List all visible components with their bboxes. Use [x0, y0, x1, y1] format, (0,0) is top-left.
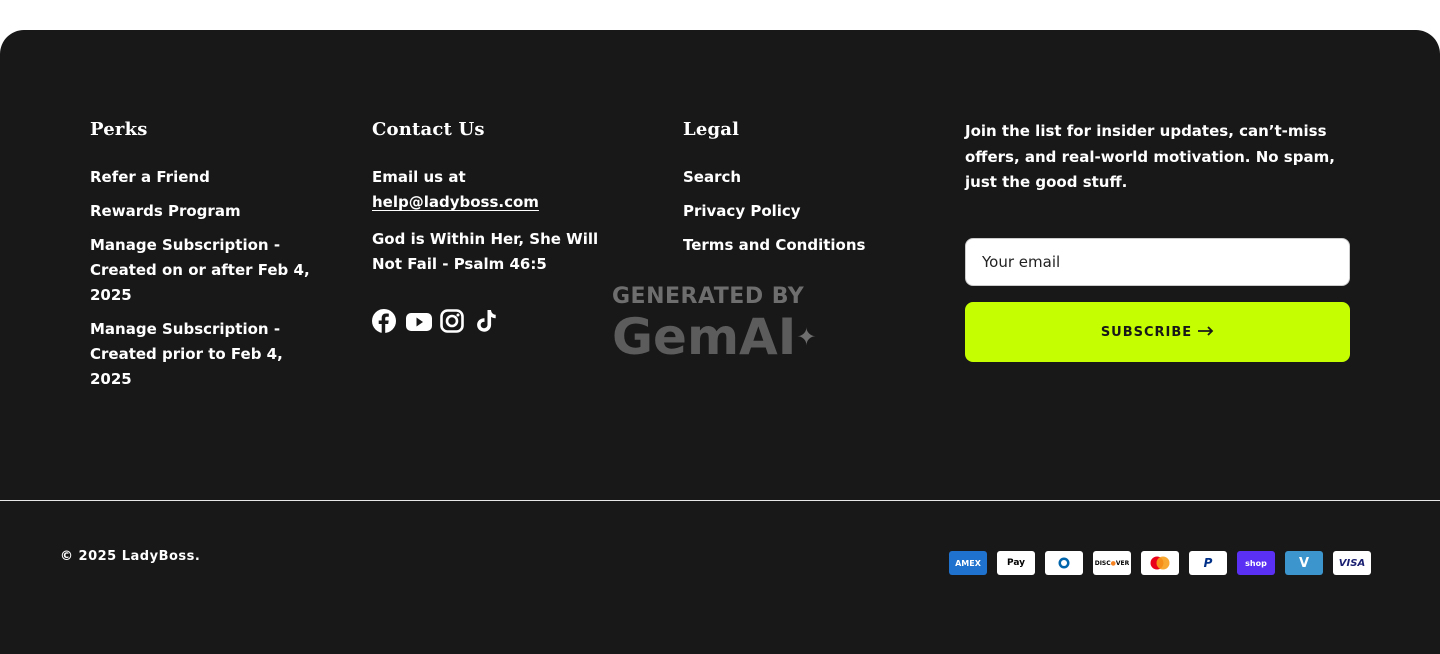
- watermark-top-text: GENERATED BY: [612, 284, 805, 309]
- email-prefix: Email us at: [372, 168, 466, 186]
- tiktok-icon[interactable]: [474, 309, 498, 333]
- shop-pay-icon: shop: [1237, 551, 1275, 575]
- contact-column: Contact Us Email us at help@ladyboss.com…: [372, 118, 602, 333]
- gemai-watermark: GENERATED BY GemAI✦: [612, 286, 827, 368]
- perks-links: Refer a Friend Rewards Program Manage Su…: [90, 165, 320, 392]
- footer-divider: [0, 500, 1440, 501]
- email-input[interactable]: [965, 238, 1350, 286]
- apple-pay-icon: Pay: [997, 551, 1035, 575]
- tagline: God is Within Her, She Will Not Fail - P…: [372, 230, 599, 273]
- sparkle-icon: ✦: [796, 323, 817, 351]
- rewards-program-link[interactable]: Rewards Program: [90, 199, 320, 224]
- watermark-bottom-text: GemAI✦: [612, 308, 817, 366]
- youtube-icon[interactable]: [406, 309, 432, 333]
- newsletter-column: Join the list for insider updates, can’t…: [965, 119, 1350, 362]
- manage-subscription-after-link[interactable]: Manage Subscription - Created on or afte…: [90, 233, 320, 308]
- subscribe-button[interactable]: SUBSCRIBE: [965, 302, 1350, 362]
- perks-column: Perks Refer a Friend Rewards Program Man…: [90, 118, 320, 401]
- privacy-policy-link[interactable]: Privacy Policy: [683, 199, 923, 224]
- legal-links: Search Privacy Policy Terms and Conditio…: [683, 165, 923, 258]
- email-link[interactable]: help@ladyboss.com: [372, 193, 539, 211]
- venmo-icon: V: [1285, 551, 1323, 575]
- visa-icon: VISA: [1333, 551, 1371, 575]
- manage-subscription-prior-link[interactable]: Manage Subscription - Created prior to F…: [90, 317, 320, 392]
- refer-a-friend-link[interactable]: Refer a Friend: [90, 165, 320, 190]
- perks-heading: Perks: [90, 119, 148, 140]
- copyright: © 2025 LadyBoss.: [60, 549, 201, 564]
- social-links: [372, 309, 602, 333]
- legal-heading: Legal: [683, 119, 740, 140]
- terms-and-conditions-link[interactable]: Terms and Conditions: [683, 233, 923, 258]
- instagram-icon[interactable]: [440, 309, 464, 333]
- arrow-right-icon: [1198, 325, 1214, 340]
- discover-icon: DISC ● VER: [1093, 551, 1131, 575]
- legal-column: Legal Search Privacy Policy Terms and Co…: [683, 118, 923, 267]
- diners-club-icon: [1045, 551, 1083, 575]
- mastercard-icon: [1141, 551, 1179, 575]
- search-link[interactable]: Search: [683, 165, 923, 190]
- american-express-icon: AMEX: [949, 551, 987, 575]
- paypal-icon: P: [1189, 551, 1227, 575]
- contact-heading: Contact Us: [372, 119, 485, 140]
- subscribe-label: SUBSCRIBE: [1100, 324, 1193, 340]
- newsletter-text: Join the list for insider updates, can’t…: [965, 122, 1335, 191]
- facebook-icon[interactable]: [372, 309, 396, 333]
- payment-methods: AMEX Pay DISC ● VER P shop V VISA: [949, 551, 1371, 575]
- site-footer: Perks Refer a Friend Rewards Program Man…: [0, 30, 1440, 654]
